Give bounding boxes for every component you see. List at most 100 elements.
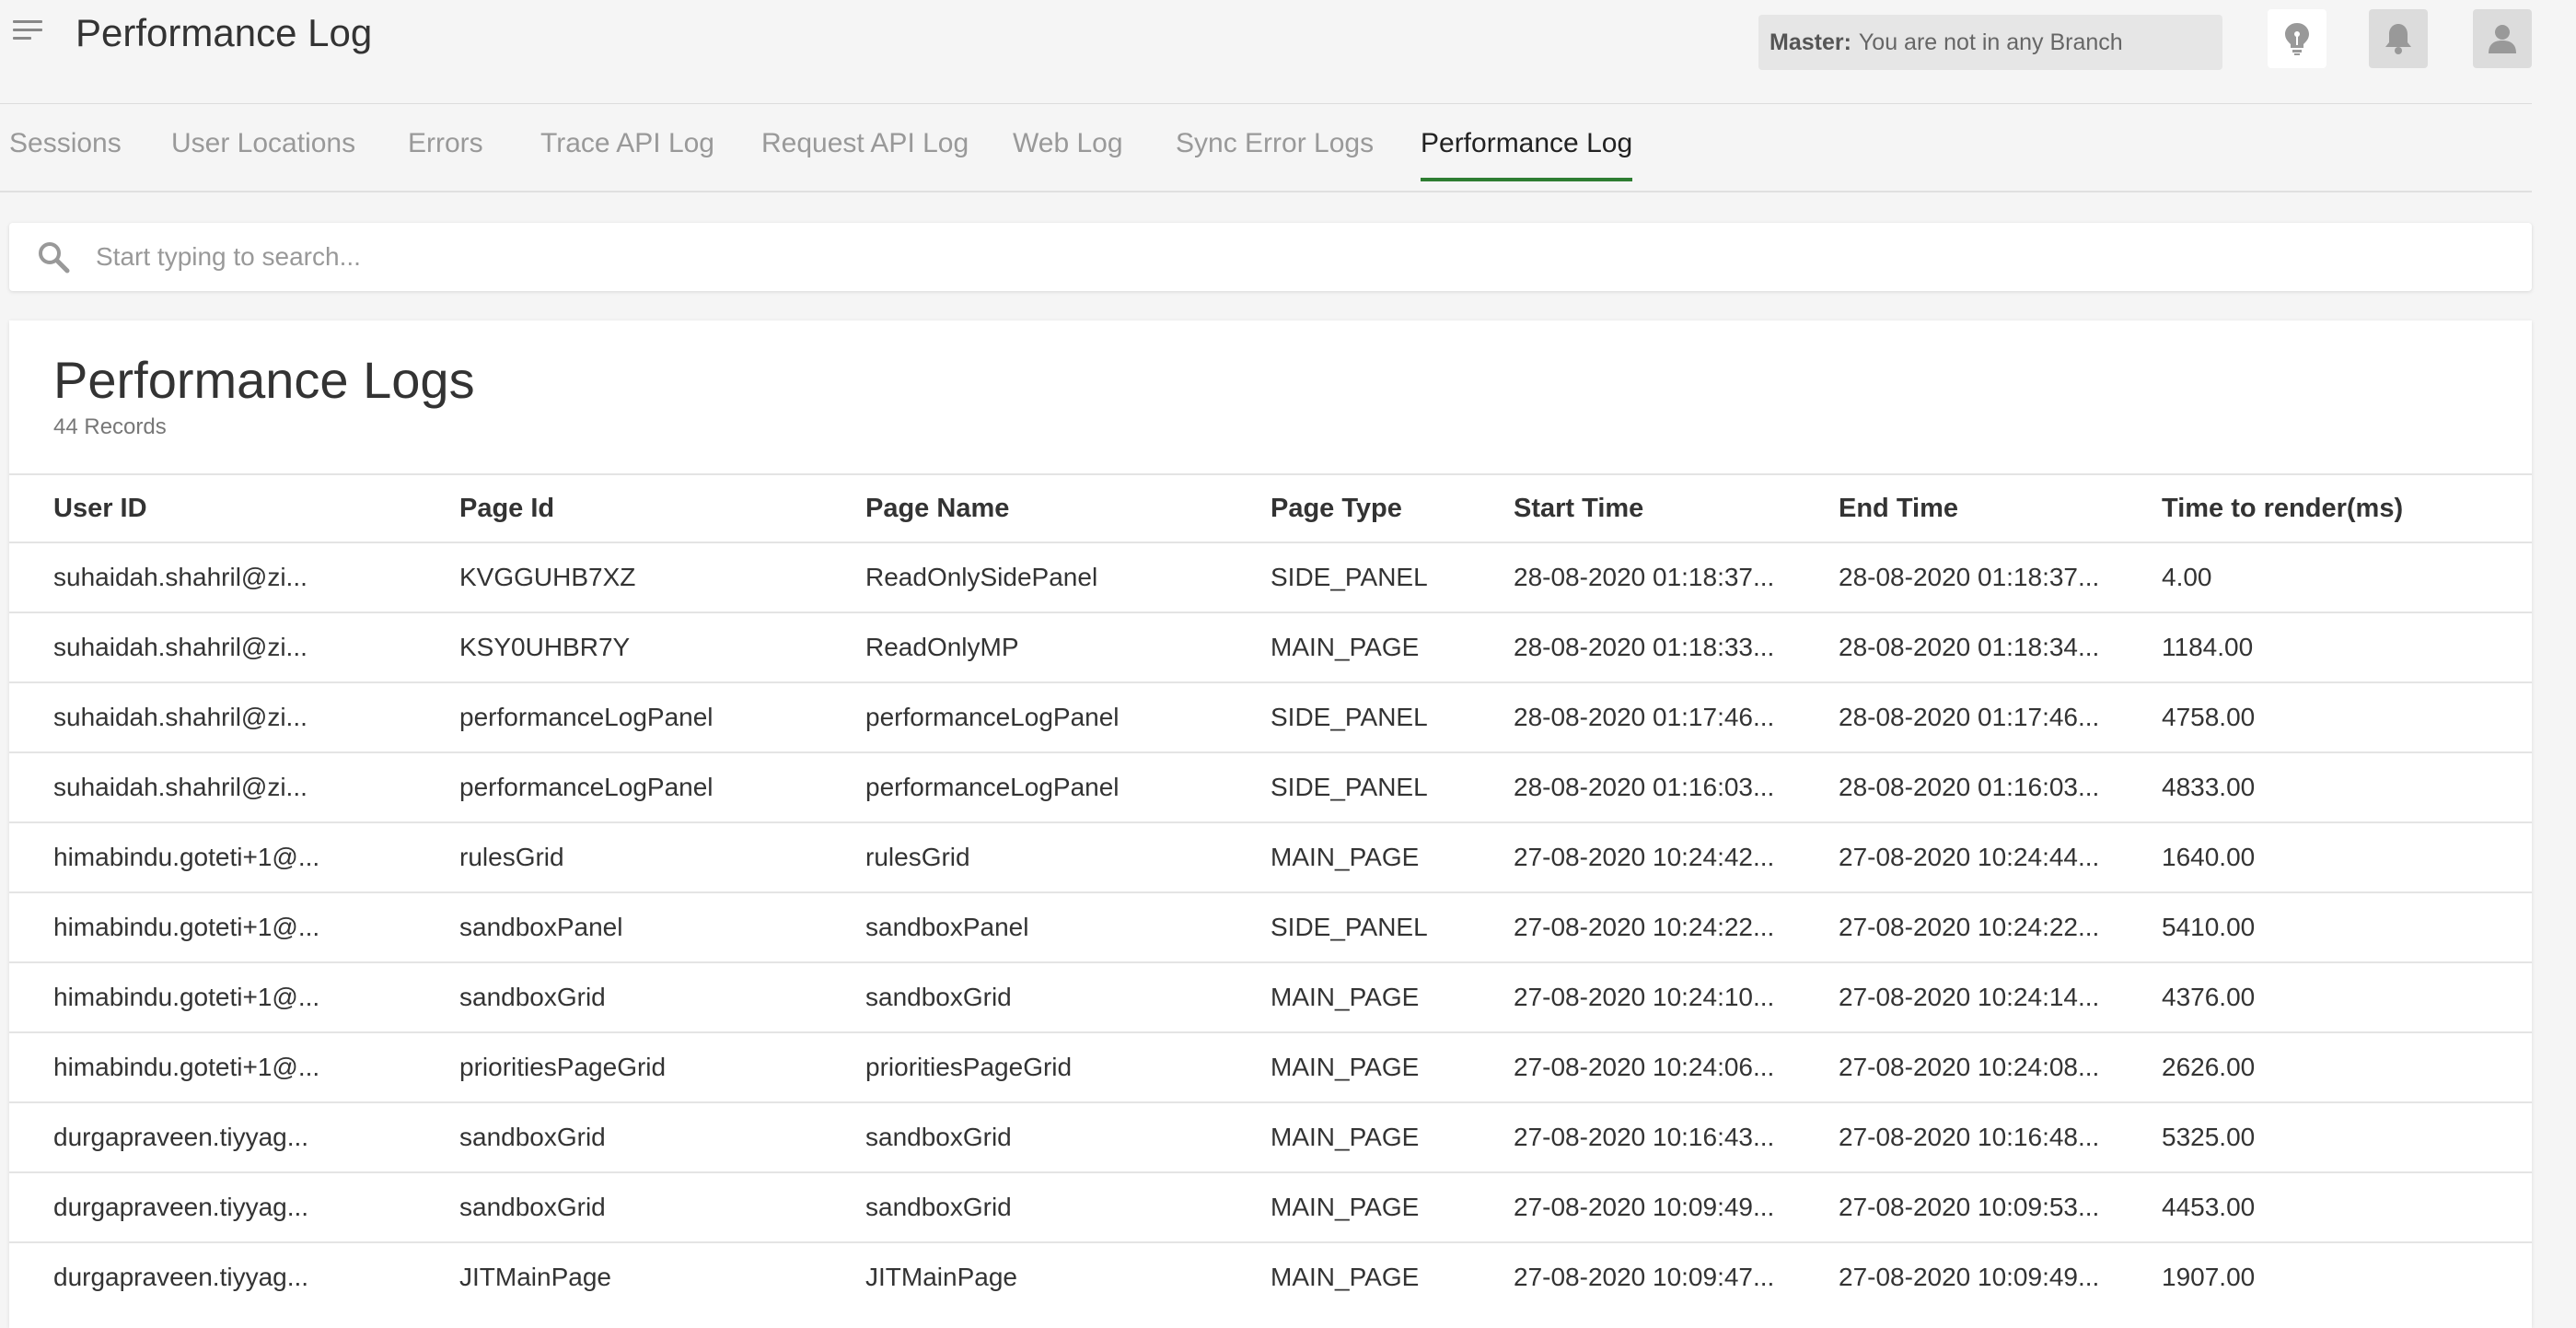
cell-time-to-render: 2626.00 — [2162, 1053, 2256, 1081]
cell-end-time: 28-08-2020 01:18:37... — [1839, 563, 2100, 591]
column-header-user-id[interactable]: User ID — [53, 475, 147, 542]
cell-page-name: rulesGrid — [865, 843, 970, 871]
tab-errors[interactable]: Errors — [408, 128, 483, 181]
lightbulb-button[interactable] — [2268, 9, 2327, 68]
cell-end-time: 27-08-2020 10:24:22... — [1839, 913, 2100, 941]
cell-time-to-render: 1184.00 — [2162, 633, 2254, 661]
cell-page-name: performanceLogPanel — [865, 773, 1120, 801]
cell-page-type: SIDE_PANEL — [1271, 913, 1428, 941]
tab-trace-api-log[interactable]: Trace API Log — [540, 128, 714, 181]
table-row[interactable]: durgapraveen.tiyyag... sandboxGrid sandbox… — [9, 1171, 2532, 1241]
search-icon — [39, 242, 70, 274]
cell-end-time: 27-08-2020 10:24:14... — [1839, 983, 2100, 1011]
cell-page-id: sandboxGrid — [459, 1123, 606, 1151]
table-row[interactable]: durgapraveen.tiyyag... JITMainPage JITMain… — [9, 1241, 2532, 1311]
cell-page-name: sandboxGrid — [865, 983, 1012, 1011]
cell-page-id: sandboxGrid — [459, 1193, 606, 1221]
bell-icon — [2385, 24, 2411, 54]
notifications-button[interactable] — [2369, 9, 2428, 68]
cell-end-time: 28-08-2020 01:17:46... — [1839, 703, 2100, 731]
cell-page-type: MAIN_PAGE — [1271, 1053, 1420, 1081]
cell-start-time: 27-08-2020 10:09:49... — [1514, 1193, 1775, 1221]
cell-time-to-render: 4758.00 — [2162, 703, 2256, 731]
panel-title: Performance Logs — [53, 351, 475, 409]
cell-page-name: JITMainPage — [865, 1263, 1017, 1291]
cell-page-type: SIDE_PANEL — [1271, 773, 1428, 801]
cell-page-name: prioritiesPageGrid — [865, 1053, 1073, 1081]
menu-icon[interactable] — [13, 20, 42, 44]
table-row[interactable]: suhaidah.shahril@zi... performanceLogPane… — [9, 681, 2532, 751]
table-row[interactable]: himabindu.goteti+1@... rulesGrid rulesGrid… — [9, 821, 2532, 891]
column-header-time-to-render[interactable]: Time to render(ms) — [2162, 475, 2403, 542]
table-row[interactable]: suhaidah.shahril@zi... KSY0UHBR7Y ReadOnly… — [9, 612, 2532, 681]
column-header-page-type[interactable]: Page Type — [1271, 475, 1402, 542]
record-count: 44 Records — [53, 414, 167, 439]
table-row[interactable]: himabindu.goteti+1@... sandboxGrid sandbox… — [9, 961, 2532, 1031]
search-bar — [9, 223, 2532, 291]
branch-value: You are not in any Branch — [1858, 29, 2123, 55]
tab-web-log[interactable]: Web Log — [1013, 128, 1123, 181]
cell-time-to-render: 5410.00 — [2162, 913, 2256, 941]
tab-user-locations[interactable]: User Locations — [171, 128, 355, 181]
cell-user-id: suhaidah.shahril@zi... — [53, 563, 307, 591]
cell-end-time: 27-08-2020 10:09:49... — [1839, 1263, 2100, 1291]
cell-user-id: himabindu.goteti+1@... — [53, 983, 320, 1011]
tab-bar: Sessions User Locations Errors Trace API… — [0, 104, 2532, 192]
table-row[interactable]: suhaidah.shahril@zi... performanceLogPane… — [9, 751, 2532, 821]
cell-page-type: SIDE_PANEL — [1271, 563, 1428, 591]
table-row[interactable]: himabindu.goteti+1@... sandboxPanel sandbo… — [9, 891, 2532, 961]
cell-end-time: 28-08-2020 01:16:03... — [1839, 773, 2100, 801]
user-menu-button[interactable] — [2473, 9, 2532, 68]
performance-log-table: User ID Page Id Page Name Page Type Star… — [9, 473, 2532, 1311]
cell-page-id: prioritiesPageGrid — [459, 1053, 667, 1081]
cell-end-time: 28-08-2020 01:18:34... — [1839, 633, 2100, 661]
cell-page-type: MAIN_PAGE — [1271, 633, 1420, 661]
performance-logs-panel: Performance Logs 44 Records User ID Page… — [9, 320, 2532, 1328]
table-row[interactable]: suhaidah.shahril@zi... KVGGUHB7XZ ReadOnly… — [9, 542, 2532, 612]
cell-start-time: 28-08-2020 01:17:46... — [1514, 703, 1775, 731]
column-header-page-id[interactable]: Page Id — [459, 475, 554, 542]
cell-page-id: rulesGrid — [459, 843, 564, 871]
cell-page-name: performanceLogPanel — [865, 703, 1120, 731]
column-header-start-time[interactable]: Start Time — [1514, 475, 1643, 542]
cell-user-id: suhaidah.shahril@zi... — [53, 633, 307, 661]
cell-time-to-render: 1640.00 — [2162, 843, 2256, 871]
cell-start-time: 27-08-2020 10:24:10... — [1514, 983, 1775, 1011]
table-row[interactable]: himabindu.goteti+1@... prioritiesPageGrid… — [9, 1031, 2532, 1101]
branch-indicator[interactable]: Master: You are not in any Branch — [1758, 15, 2222, 70]
tab-request-api-log[interactable]: Request API Log — [761, 128, 969, 181]
app-title: Performance Log — [75, 11, 373, 54]
cell-start-time: 27-08-2020 10:09:47... — [1514, 1263, 1775, 1291]
cell-time-to-render: 1907.00 — [2162, 1263, 2256, 1291]
user-icon — [2489, 25, 2516, 53]
cell-time-to-render: 5325.00 — [2162, 1123, 2256, 1151]
cell-page-id: performanceLogPanel — [459, 773, 714, 801]
cell-page-type: SIDE_PANEL — [1271, 703, 1428, 731]
cell-page-name: sandboxGrid — [865, 1193, 1012, 1221]
cell-time-to-render: 4376.00 — [2162, 983, 2256, 1011]
search-input[interactable] — [96, 242, 2397, 272]
column-header-end-time[interactable]: End Time — [1839, 475, 1958, 542]
cell-start-time: 28-08-2020 01:18:33... — [1514, 633, 1775, 661]
tab-sync-error-logs[interactable]: Sync Error Logs — [1176, 128, 1374, 181]
cell-page-name: ReadOnlyMP — [865, 633, 1019, 661]
cell-start-time: 27-08-2020 10:16:43... — [1514, 1123, 1775, 1151]
cell-user-id: himabindu.goteti+1@... — [53, 843, 320, 871]
cell-page-name: ReadOnlySidePanel — [865, 563, 1098, 591]
cell-page-id: sandboxGrid — [459, 983, 606, 1011]
cell-end-time: 27-08-2020 10:16:48... — [1839, 1123, 2100, 1151]
tab-performance-log[interactable]: Performance Log — [1421, 128, 1633, 181]
cell-time-to-render: 4.00 — [2162, 563, 2212, 591]
cell-user-id: himabindu.goteti+1@... — [53, 1053, 320, 1081]
cell-start-time: 27-08-2020 10:24:06... — [1514, 1053, 1775, 1081]
cell-page-type: MAIN_PAGE — [1271, 1123, 1420, 1151]
column-header-page-name[interactable]: Page Name — [865, 475, 1009, 542]
table-row[interactable]: durgapraveen.tiyyag... sandboxGrid sandbox… — [9, 1101, 2532, 1171]
cell-start-time: 28-08-2020 01:16:03... — [1514, 773, 1775, 801]
cell-start-time: 27-08-2020 10:24:42... — [1514, 843, 1775, 871]
cell-page-id: performanceLogPanel — [459, 703, 714, 731]
cell-user-id: suhaidah.shahril@zi... — [53, 703, 307, 731]
cell-user-id: suhaidah.shahril@zi... — [53, 773, 307, 801]
cell-page-id: JITMainPage — [459, 1263, 611, 1291]
tab-sessions[interactable]: Sessions — [9, 128, 122, 181]
